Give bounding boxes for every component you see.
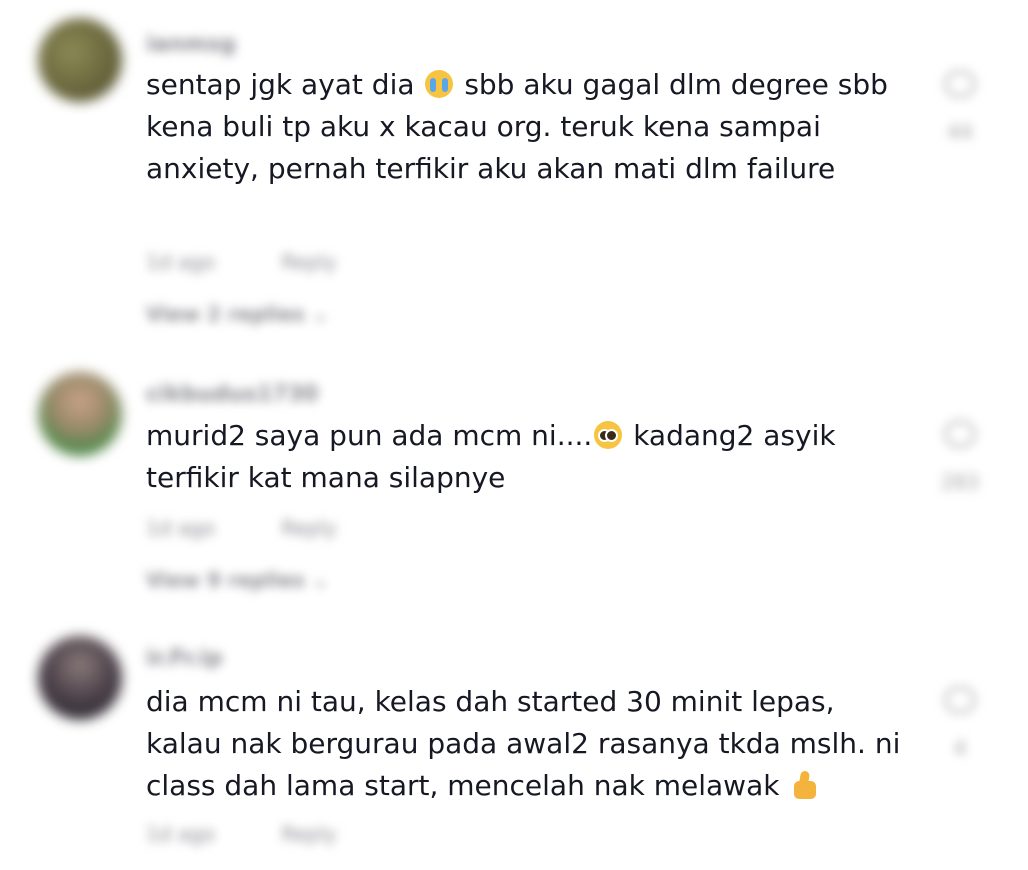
- thumbs-up-icon: [790, 771, 820, 799]
- comment-meta: 1d ago Reply: [146, 822, 397, 846]
- reply-button[interactable]: Reply: [281, 822, 336, 846]
- comment-item: ir.Fr.ip dia mcm ni tau, kelas dah start…: [0, 0, 1028, 870]
- like-count: 4: [953, 736, 967, 760]
- comment-username[interactable]: ir.Fr.ip: [146, 646, 223, 671]
- comment-text-part: dia mcm ni tau, kelas dah started 30 min…: [146, 685, 901, 802]
- comment-time: 1d ago: [146, 822, 215, 846]
- like-button[interactable]: 4: [930, 686, 990, 760]
- avatar[interactable]: [38, 636, 122, 720]
- heart-icon: [944, 686, 976, 714]
- comment-text: dia mcm ni tau, kelas dah started 30 min…: [146, 681, 906, 807]
